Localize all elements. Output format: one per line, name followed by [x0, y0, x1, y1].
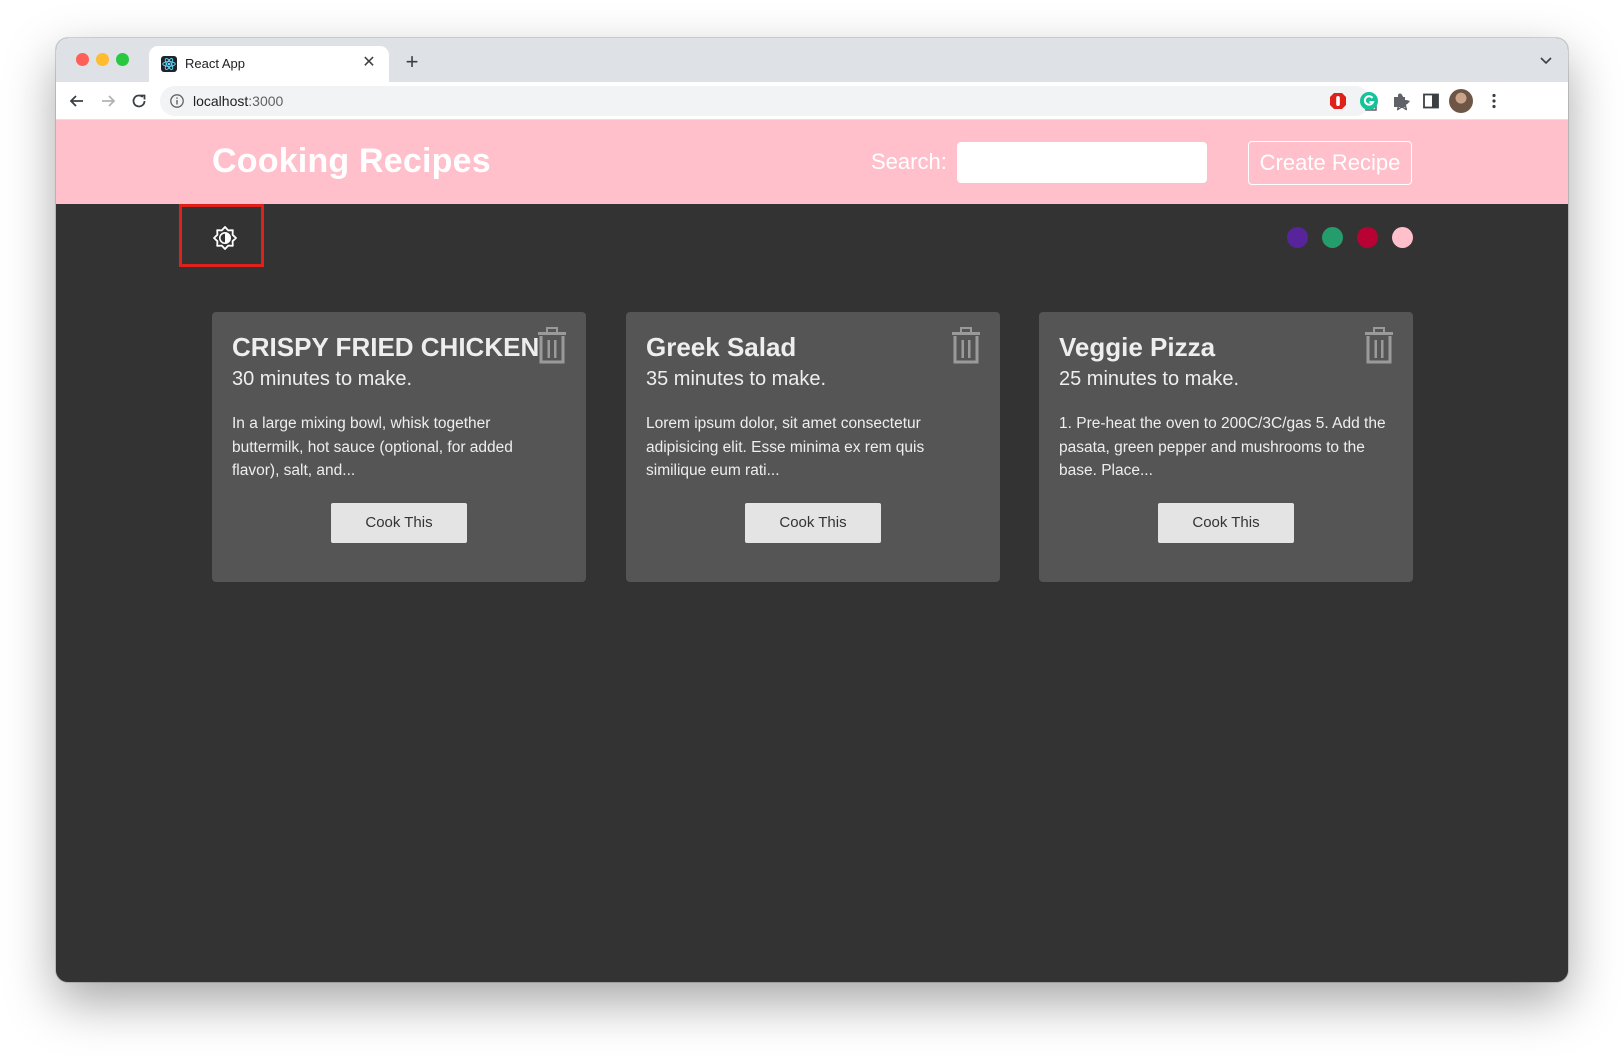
profile-avatar-icon[interactable] [1449, 89, 1473, 113]
browser-tab[interactable]: React App ✕ [149, 46, 389, 82]
url-host: localhost [193, 93, 249, 109]
cook-this-button[interactable]: Cook This [331, 503, 467, 543]
tab-title: React App [185, 56, 245, 71]
recipe-card: Greek Salad 35 minutes to make. Lorem ip… [626, 312, 1000, 582]
tab-strip: React App ✕ + [56, 38, 1568, 82]
reload-icon[interactable] [128, 90, 150, 112]
maximize-window-button[interactable] [116, 53, 129, 66]
url-port: :3000 [248, 93, 284, 109]
recipe-title: Greek Salad [646, 332, 797, 362]
react-icon [161, 56, 177, 72]
minimize-window-button[interactable] [96, 53, 109, 66]
search-label: Search: [871, 149, 947, 174]
side-panel-icon[interactable] [1421, 91, 1441, 111]
theme-swatch-red[interactable] [1357, 227, 1378, 248]
recipe-title: Veggie Pizza [1059, 332, 1216, 362]
tab-close-icon[interactable]: ✕ [359, 53, 379, 73]
theme-swatch-green[interactable] [1322, 227, 1343, 248]
theme-toggle-highlight[interactable] [179, 204, 264, 267]
recipe-card: Veggie Pizza 25 minutes to make. 1. Pre-… [1039, 312, 1413, 582]
browser-window: React App ✕ + localhost:3000 Cooking Rec… [56, 38, 1568, 982]
page-content: Cooking Recipes Search: Create Recipe CR… [56, 120, 1568, 982]
theme-swatch-purple[interactable] [1287, 227, 1308, 248]
search-input[interactable] [957, 142, 1207, 183]
recipe-title: CRISPY FRIED CHICKEN [232, 332, 540, 362]
url-text: localhost:3000 [193, 93, 283, 109]
info-icon[interactable] [169, 93, 185, 109]
site-navbar: Cooking Recipes Search: Create Recipe [56, 120, 1568, 204]
recipe-card: CRISPY FRIED CHICKEN 30 minutes to make.… [212, 312, 586, 582]
extensions-puzzle-icon[interactable] [1390, 91, 1410, 111]
arrow-left-icon[interactable] [66, 90, 88, 112]
trash-icon[interactable] [949, 327, 983, 365]
more-menu-icon[interactable] [1484, 91, 1504, 111]
browser-toolbar: localhost:3000 [56, 82, 1568, 120]
cook-this-button[interactable]: Cook This [745, 503, 881, 543]
tab-search-chevron-icon[interactable] [1538, 52, 1554, 68]
recipe-time: 30 minutes to make. [232, 368, 413, 390]
recipe-snippet: 1. Pre-heat the oven to 200C/3C/gas 5. A… [1059, 415, 1386, 479]
recipe-snippet: Lorem ipsum dolor, sit amet consectetur … [646, 415, 925, 479]
new-tab-icon[interactable]: + [401, 51, 423, 73]
recipe-snippet: In a large mixing bowl, whisk together b… [232, 415, 513, 479]
site-title[interactable]: Cooking Recipes [212, 142, 491, 181]
recipe-time: 35 minutes to make. [646, 368, 827, 390]
arrow-right-icon[interactable] [97, 90, 119, 112]
grammarly-extension-icon[interactable] [1359, 91, 1379, 111]
address-bar[interactable]: localhost:3000 [160, 86, 1410, 116]
trash-icon[interactable] [1362, 327, 1396, 365]
recipe-time: 25 minutes to make. [1059, 368, 1240, 390]
create-recipe-button[interactable]: Create Recipe [1248, 141, 1412, 185]
theme-swatch-pink[interactable] [1392, 227, 1413, 248]
trash-icon[interactable] [535, 327, 569, 365]
cook-this-button[interactable]: Cook This [1158, 503, 1294, 543]
adblock-extension-icon[interactable] [1328, 91, 1348, 111]
close-window-button[interactable] [76, 53, 89, 66]
brightness-icon[interactable] [212, 225, 238, 251]
